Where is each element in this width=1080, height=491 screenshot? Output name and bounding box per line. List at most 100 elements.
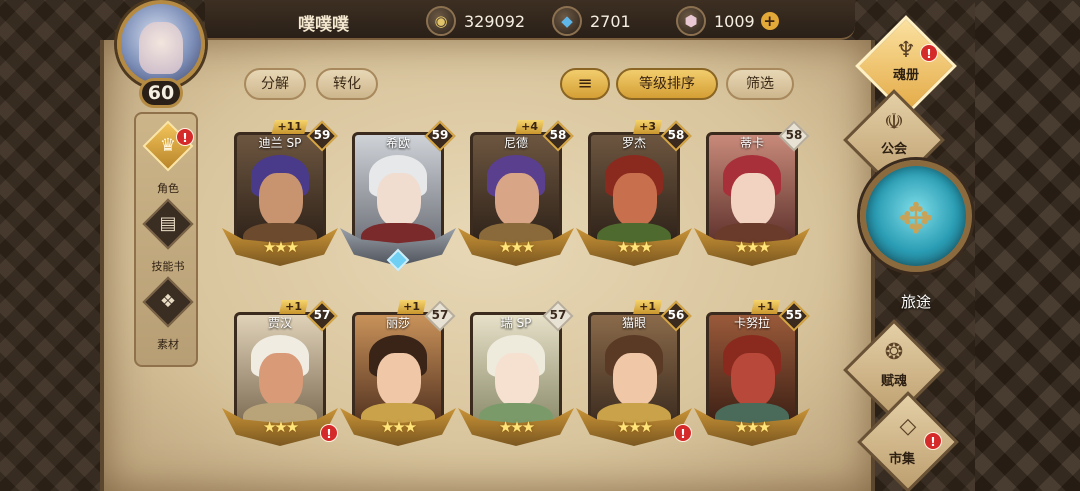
hero-level-badge: 58	[542, 120, 574, 152]
hero-plus-tag: +1	[279, 300, 308, 314]
hero-level: 58	[549, 128, 567, 142]
gem-currency[interactable]: ⬢ 1009 +	[676, 4, 779, 38]
crystal-value: 2701	[590, 11, 631, 31]
hero-card[interactable]: 希欧 59	[340, 120, 456, 272]
journey-label: 旅途	[900, 293, 931, 311]
filter-button[interactable]: 筛选	[726, 68, 794, 100]
compass-icon: ✥	[898, 194, 934, 243]
nav-label: 公会	[880, 142, 907, 157]
pink-gem-icon: ⬢	[676, 6, 706, 36]
alert-badge: !	[176, 128, 194, 146]
hero-level: 56	[667, 308, 685, 322]
hero-portrait	[473, 329, 559, 427]
gold-currency: ◉ 329092	[426, 4, 525, 38]
hero-plus-tag: +3	[633, 120, 662, 134]
sidebar-item-character[interactable]: ♛ 角色 !	[136, 120, 200, 198]
hero-stars: ★★★	[616, 418, 653, 436]
sidebar-item-label: 素材	[157, 338, 179, 351]
player-avatar[interactable]: 60	[105, 0, 217, 112]
hero-portrait	[591, 149, 677, 247]
avatar[interactable]	[117, 0, 205, 88]
hero-portrait	[709, 149, 795, 247]
hero-level: 55	[785, 308, 803, 322]
hero-stars: ★★★	[734, 418, 771, 436]
gem-value: 1009	[714, 11, 755, 31]
hero-level: 59	[313, 128, 331, 142]
decompose-button[interactable]: 分解	[244, 68, 306, 100]
hero-portrait	[355, 329, 441, 427]
hero-portrait	[473, 149, 559, 247]
guild-emblem-icon: ☫	[884, 110, 904, 135]
hero-card[interactable]: 迪兰 SP +11 59 ★★★	[222, 120, 338, 266]
hero-stars: ★★★	[380, 418, 417, 436]
hero-stars: ★★★	[498, 418, 535, 436]
hero-level: 57	[431, 308, 449, 322]
sidebar-item-skill-book[interactable]: ▤ 技能书	[136, 198, 200, 276]
alert-badge: !	[924, 432, 942, 450]
hero-stars: ★★★	[498, 238, 535, 256]
journey-button[interactable]: ✥	[860, 160, 972, 272]
alert-badge: !	[920, 44, 938, 62]
soul-swirl-icon: ❂	[884, 340, 904, 365]
hero-portrait	[591, 329, 677, 427]
hero-stars: ★★★	[262, 418, 299, 436]
hero-level-badge: 58	[778, 120, 810, 152]
right-border-frame	[975, 0, 1080, 491]
sidebar-item-material[interactable]: ❖ 素材	[136, 276, 200, 354]
hero-level: 57	[313, 308, 331, 322]
add-gem-icon[interactable]: +	[760, 12, 779, 30]
left-sidebar: ♛ 角色 ! ▤ 技能书 ❖ 素材	[134, 112, 198, 367]
blue-crystal-icon: ◆	[552, 6, 582, 36]
hero-level-badge: 59	[306, 120, 338, 152]
nav-label: 赋魂	[880, 374, 907, 389]
hero-stars: ★★★	[734, 238, 771, 256]
gold-coin-icon: ◉	[426, 6, 456, 36]
hero-level: 58	[785, 128, 803, 142]
hero-plus-tag: +11	[271, 120, 308, 134]
hero-card[interactable]: 瑞 SP 57 ★★★	[458, 300, 574, 446]
hero-plus-tag: +1	[633, 300, 662, 314]
hero-level: 59	[431, 128, 449, 142]
alert-badge: !	[320, 424, 338, 442]
nav-label: 魂册	[892, 68, 919, 83]
sidebar-item-label: 角色	[157, 182, 179, 195]
hero-portrait	[709, 329, 795, 427]
skill-book-icon: ▤	[159, 213, 177, 234]
hero-stars: ★★★	[616, 238, 653, 256]
hero-card[interactable]: 卡努拉 +1 55 ★★★	[694, 300, 810, 446]
alert-badge: !	[674, 424, 692, 442]
convert-button[interactable]: 转化	[316, 68, 378, 100]
material-icon: ❖	[159, 291, 177, 312]
hero-card[interactable]: 罗杰 +3 58 ★★★	[576, 120, 692, 266]
hero-level-badge: 57	[306, 300, 338, 332]
hero-card[interactable]: 丽莎 +1 57 ★★★	[340, 300, 456, 446]
hero-level: 58	[667, 128, 685, 142]
hero-level-badge: 55	[778, 300, 810, 332]
sort-lines-icon: ≡	[577, 73, 593, 94]
gold-value: 329092	[464, 11, 526, 31]
hero-level-badge: 56	[660, 300, 692, 332]
hero-level-badge: 58	[660, 120, 692, 152]
sort-order-button[interactable]: ≡	[560, 68, 610, 100]
hero-card[interactable]: 猫眼 +1 56 ★★★ !	[576, 300, 692, 446]
crystal-currency: ◆ 2701	[552, 4, 631, 38]
hero-plus-tag: +1	[751, 300, 780, 314]
hero-portrait	[237, 329, 323, 427]
player-name: 噗噗噗	[298, 15, 349, 35]
player-level-badge: 60	[139, 78, 183, 108]
nav-diamond	[857, 391, 959, 491]
hero-plus-tag: +1	[397, 300, 426, 314]
hero-portrait	[237, 149, 323, 247]
hero-card[interactable]: 贾汉 +1 57 ★★★ !	[222, 300, 338, 446]
hero-stars: ★★★	[262, 238, 299, 256]
hero-level-badge: 57	[424, 300, 456, 332]
sort-by-level-button[interactable]: 等级排序	[616, 68, 718, 100]
hero-plus-tag: +4	[515, 120, 544, 134]
hero-portrait	[355, 149, 441, 247]
nav-market[interactable]: ◇ 市集 !	[857, 391, 959, 491]
hero-card[interactable]: 蒂卡 58 ★★★	[694, 120, 810, 266]
sidebar-item-label: 技能书	[151, 260, 185, 273]
hero-level: 57	[549, 308, 567, 322]
nav-label: 市集	[888, 452, 915, 467]
hero-card[interactable]: 尼德 +4 58 ★★★	[458, 120, 574, 266]
